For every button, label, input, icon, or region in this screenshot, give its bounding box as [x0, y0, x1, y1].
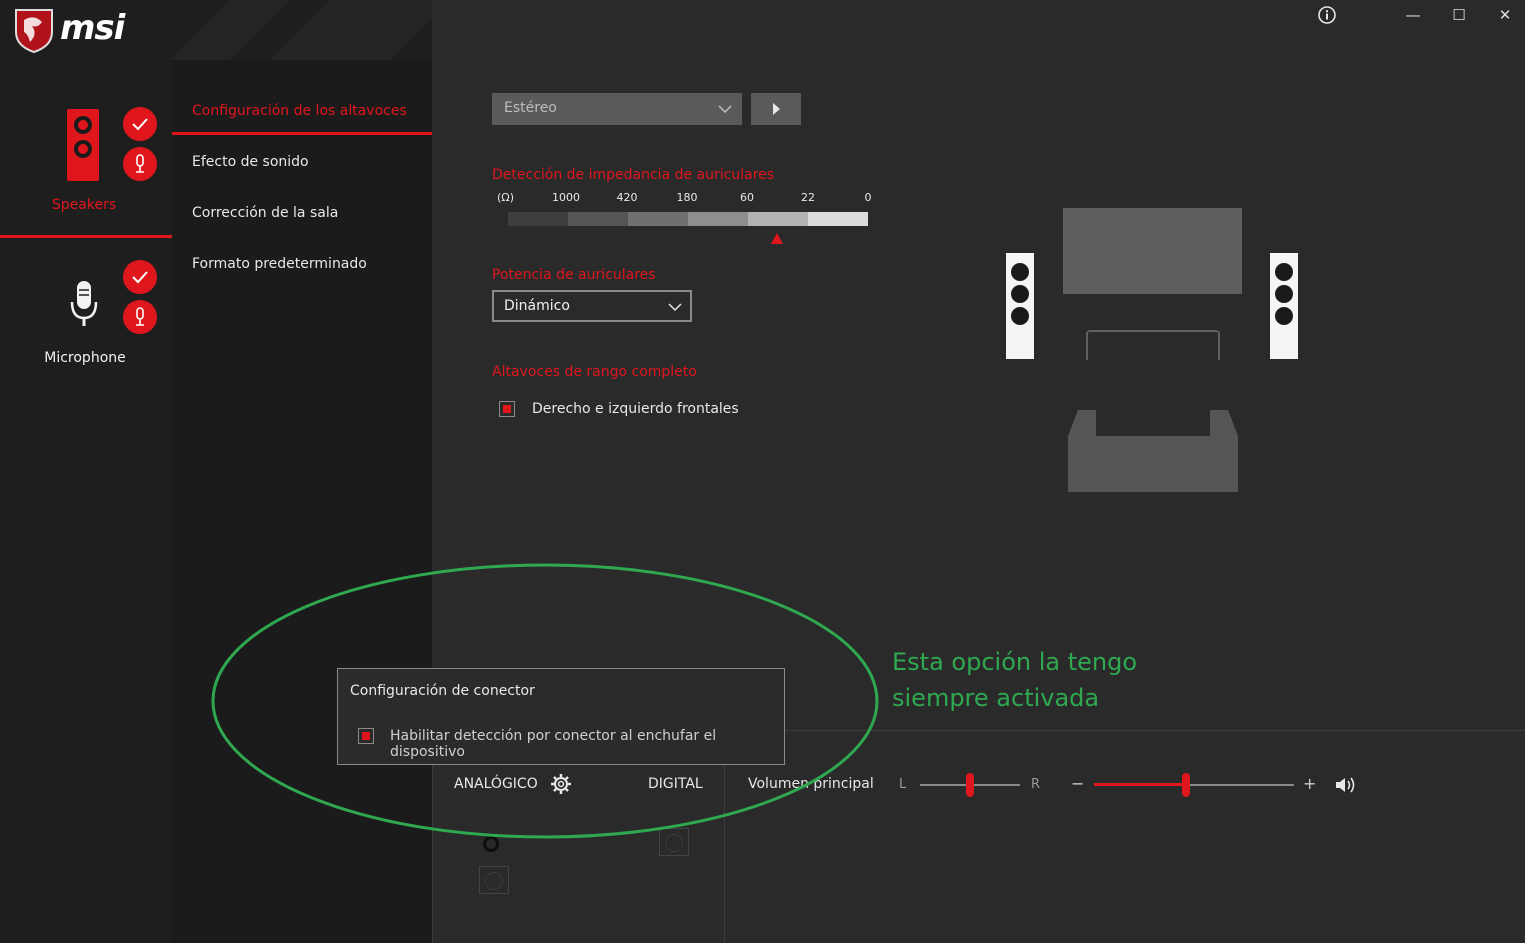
impedance-tick: 60 [740, 191, 754, 204]
impedance-bar-segment [568, 212, 628, 226]
chevron-down-icon [668, 303, 682, 312]
impedance-bar-segment [688, 212, 748, 226]
impedance-unit: (Ω) [497, 191, 514, 204]
mic-enabled-check-icon[interactable] [123, 260, 157, 294]
fullrange-checkbox[interactable] [499, 401, 515, 417]
impedance-tick: 420 [616, 191, 638, 204]
device-label-microphone: Microphone [44, 350, 126, 366]
impedance-bar-segment [808, 212, 868, 226]
impedance-bar-segment [628, 212, 688, 226]
mic-mic-icon[interactable] [123, 300, 157, 334]
tab-default-format[interactable]: Formato predeterminado [192, 256, 367, 272]
impedance-tick: 180 [676, 191, 698, 204]
microphone-icon [70, 281, 98, 326]
speaker-enabled-check-icon[interactable] [123, 107, 157, 141]
impedance-tick: 1000 [552, 191, 580, 204]
tab-room-correction[interactable]: Corrección de la sala [192, 205, 338, 221]
maximize-button[interactable]: ☐ [1445, 2, 1473, 28]
tv-screen [1063, 208, 1242, 294]
chevron-down-icon [718, 105, 732, 114]
table-outline [1086, 330, 1220, 360]
volume-decrease-button[interactable]: − [1071, 774, 1084, 793]
impedance-tick: 22 [801, 191, 815, 204]
tab-speaker-config[interactable]: Configuración de los altavoces [192, 103, 407, 119]
close-button[interactable]: ✕ [1491, 2, 1519, 28]
impedance-bar-segment [508, 212, 568, 226]
impedance-title: Detección de impedancia de auriculares [492, 167, 775, 183]
impedance-tick: 0 [864, 191, 872, 204]
speaker-volume-icon[interactable] [1335, 776, 1357, 794]
balance-left-label: L [899, 777, 907, 792]
headphone-power-select[interactable]: Dinámico [492, 290, 692, 322]
device-active-underline [0, 235, 172, 238]
speaker-mode-value: Estéreo [504, 100, 557, 116]
tab-active-underline [172, 132, 432, 135]
fullrange-option-label: Derecho e izquierdo frontales [532, 401, 739, 417]
annotation-text-line2: siempre activada [892, 684, 1100, 712]
fullrange-title: Altavoces de rango completo [492, 364, 697, 380]
power-title: Potencia de auriculares [492, 267, 656, 283]
brand-name: msi [60, 8, 125, 48]
annotation-text-line1: Esta opción la tengo [892, 648, 1138, 676]
volume-increase-button[interactable]: + [1303, 774, 1316, 793]
play-icon [773, 103, 780, 115]
front-left-speaker[interactable] [1006, 253, 1034, 359]
device-label-speakers: Speakers [51, 197, 117, 213]
speaker-mode-select[interactable]: Estéreo [492, 93, 742, 125]
nav-list: Configuración de los altavoces Efecto de… [172, 0, 432, 300]
info-icon[interactable] [1313, 2, 1341, 28]
impedance-bar-segment [748, 212, 808, 226]
front-right-speaker[interactable] [1270, 253, 1298, 359]
tab-sound-effect[interactable]: Efecto de sonido [192, 154, 309, 170]
sofa-icon [1068, 410, 1238, 492]
play-test-button[interactable] [751, 93, 801, 125]
headphone-power-value: Dinámico [504, 298, 570, 314]
device-speakers[interactable]: Speakers [0, 70, 172, 238]
annotation-ellipse [211, 563, 879, 839]
balance-knob[interactable] [966, 773, 974, 797]
device-microphone[interactable]: Microphone [0, 250, 172, 380]
volume-fill [1094, 783, 1186, 786]
minimize-button[interactable]: — [1399, 2, 1427, 28]
msi-dragon-logo-icon [15, 9, 53, 54]
volume-knob[interactable] [1182, 773, 1190, 797]
impedance-marker-icon [771, 233, 783, 244]
speaker-mic-icon[interactable] [123, 147, 157, 181]
analog-port[interactable] [479, 866, 509, 894]
speaker-icon [67, 109, 99, 181]
balance-right-label: R [1031, 777, 1041, 792]
